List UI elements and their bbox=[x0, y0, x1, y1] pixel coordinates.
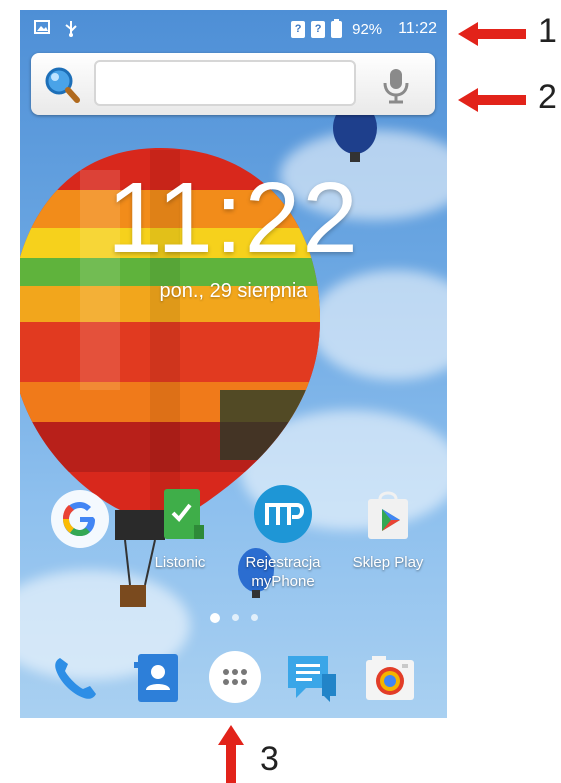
battery-icon bbox=[331, 18, 343, 38]
app-sklep-play[interactable]: Sklep Play bbox=[345, 485, 431, 572]
contacts-icon[interactable] bbox=[130, 650, 186, 711]
phone-icon[interactable] bbox=[48, 650, 104, 711]
app-google[interactable] bbox=[45, 488, 115, 558]
clock-date[interactable]: pon., 29 sierpnia bbox=[20, 280, 447, 303]
app-label: Sklep Play bbox=[352, 554, 424, 571]
myphone-icon bbox=[252, 485, 314, 549]
app-label: Rejestracja myPhone bbox=[245, 554, 321, 590]
annotation-label-1: 1 bbox=[538, 12, 557, 50]
page-dot[interactable] bbox=[250, 614, 258, 621]
page-dot[interactable] bbox=[209, 612, 220, 623]
app-listonic[interactable]: Listonic bbox=[140, 485, 220, 572]
app-label: Listonic bbox=[154, 554, 206, 571]
status-bar: ? ? 92% 11:22 bbox=[20, 10, 447, 48]
annotation-arrow-2 bbox=[458, 88, 526, 112]
app-drawer-icon[interactable] bbox=[206, 648, 264, 711]
usb-icon bbox=[64, 19, 78, 41]
microphone-icon[interactable] bbox=[376, 65, 416, 110]
magnifier-icon[interactable] bbox=[42, 65, 82, 110]
play-store-icon bbox=[358, 491, 418, 549]
wallpaper bbox=[20, 10, 447, 718]
page-dot[interactable] bbox=[231, 614, 239, 621]
camera-icon[interactable] bbox=[362, 650, 418, 711]
sim1-icon: ? bbox=[291, 20, 306, 38]
status-time: 11:22 bbox=[398, 20, 437, 37]
annotation-arrow-3 bbox=[218, 725, 244, 783]
annotation-label-2: 2 bbox=[538, 78, 557, 116]
app-rejestracja-myphone[interactable]: Rejestracja myPhone bbox=[240, 483, 326, 591]
annotation-arrow-1 bbox=[458, 22, 526, 46]
annotation-label-3: 3 bbox=[260, 740, 279, 778]
search-widget bbox=[31, 53, 435, 115]
clock-time[interactable]: 11:22 bbox=[20, 168, 447, 268]
image-icon bbox=[34, 19, 50, 41]
google-icon bbox=[49, 490, 111, 554]
page-indicator[interactable] bbox=[20, 612, 447, 623]
listonic-icon bbox=[150, 489, 210, 549]
sim2-icon: ? bbox=[311, 20, 326, 38]
messages-icon[interactable] bbox=[282, 650, 340, 713]
battery-percent: 92% bbox=[352, 20, 383, 38]
search-input[interactable] bbox=[94, 60, 356, 106]
phone-screen: ? ? 92% 11:22 11:22 pon., 29 sierpnia Li… bbox=[20, 10, 447, 718]
